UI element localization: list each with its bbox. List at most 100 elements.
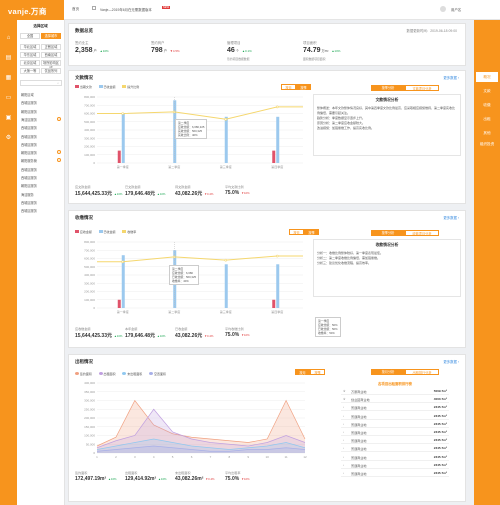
tooltip-line: 收缴率：40% [172,279,189,283]
user-name[interactable]: 用户名 [451,7,461,12]
building-icon[interactable]: ▦ [4,74,13,83]
region-tab-city[interactable]: 选择城市 [41,33,61,39]
x-tick-label: 第四季度 [271,309,283,314]
ranking-row[interactable]: • 普通商业地 2345.7m² [341,428,449,436]
region-search-input[interactable]: ⌕ [20,80,62,86]
kpi-delta-value: 10% [159,192,166,196]
ranking-row[interactable]: • 普通商业地 2345.7m² [341,420,449,428]
ranking-row[interactable]: • 普通商业地 2345.7m² [341,453,449,461]
region-list-item[interactable]: 朝阳区服务 [21,150,61,155]
region-option[interactable]: 华北区域 [20,44,40,50]
region-list-item[interactable]: 海淀服务 [21,192,61,197]
region-list-item[interactable]: 西城区服务 [21,142,61,147]
region-option[interactable]: 北京区域 [20,60,40,66]
home-icon[interactable]: ⌂ [4,34,13,43]
ranking-row[interactable]: • 普通商业地 2345.7m² [341,412,449,420]
analysis-by-quarter-button[interactable]: 按季分析 [371,85,405,91]
tab-monthly[interactable]: 按月 [289,229,304,235]
tab-quarterly[interactable]: 按季 [304,229,319,235]
ranking-area-value: 2345.7m² [433,471,447,475]
tab-quarterly[interactable]: 按季 [310,369,325,375]
x-tick-label: 10 [266,455,270,459]
region-option[interactable]: 西南区域 [41,52,61,58]
chart-icon[interactable]: ▤ [4,54,13,63]
region-list-item[interactable]: 西城区服务 [21,134,61,139]
rightrail-item-collection[interactable]: 收缴 [476,100,498,110]
kpi-value-row: 75.0% ▼10% [225,332,250,338]
wenkuan-card: 文款情况 更多数据 › 当期文款 已收金额 提升比例 按月 按季 0 100,000… [68,70,466,204]
kpi-value: 798 [151,47,163,54]
region-list-item[interactable]: 海淀区服务 [21,116,61,122]
breadcrumb-home[interactable]: 首页 [72,7,79,12]
region-list-item[interactable]: 西城区服务 [21,200,61,205]
kpi-delta: ▼10% [241,191,249,195]
insight-title: 文款情况分析 [375,98,399,102]
legend-label: 收缴率 [127,230,137,234]
rental-legend: 签约面积 出租面积 未出租面积 空置面积 [75,372,166,376]
region-list-item[interactable]: 朝阳区域 [21,92,61,97]
wenkuan-legend: 当期文款 已收金额 提升比例 [75,85,139,89]
ranking-row[interactable]: • 普通商业地 2345.7m² [341,469,449,477]
region-list-item[interactable]: 西城区服务 [21,100,61,105]
legend-label: 应收金额 [79,230,92,234]
region-list-item-label: 海淀区服务 [21,117,37,122]
insight-line: 分析三：建议优化收缴流程，提高效率。 [317,261,372,265]
ranking-row[interactable]: • 普通商业地 2345.7m² [341,444,449,453]
ranking-project-name: 普通商业地 [351,439,367,444]
document-icon[interactable]: ▭ [4,94,13,103]
kpi-value: 75.0% [225,190,240,196]
ranking-row[interactable]: • 普通商业地 2345.7m² [341,436,449,445]
tab-monthly[interactable]: 按月 [281,84,296,90]
avatar[interactable] [440,6,446,12]
legend-label: 空置面积 [153,372,166,376]
ranking-row[interactable]: ♛ 万豪商业地 5009.7m² [341,387,449,395]
collection-tooltip: 第二季度 应收金额：6,680 已收金额：560,325 收缴率：40% [169,265,200,285]
rightrail-item-overview[interactable]: 概况 [476,72,498,82]
wenkuan-more-link[interactable]: 更多数据 › [443,75,459,80]
rightrail-item-wenkuan[interactable]: 文款 [476,86,498,96]
kpi-delta-value: 10% [243,477,250,481]
region-list-item[interactable]: 朝阳区服务 [21,109,61,114]
wenkuan-title: 文款情况 [75,75,93,80]
analysis-by-project-button[interactable]: 文款项目分析 [405,85,439,91]
region-option[interactable]: 大第一等 [20,68,40,74]
x-tick-label: 第一季度 [117,309,129,314]
region-list-item[interactable]: 朝阳区服务 [21,183,61,188]
ranking-row[interactable]: ♛ 创业园商业地 4000.7m² [341,395,449,404]
region-list-item[interactable]: 朝阳服务管 [21,158,61,163]
ranking-analysis-button[interactable]: 出租排行分析 [405,369,439,375]
notice-text[interactable]: Vanje—2019年6月在无需数据版本 [100,7,152,12]
region-list-item[interactable]: 西城区服务 [21,167,61,172]
analysis-by-project-button[interactable]: 收款项目分析 [405,230,439,236]
rental-card: 出租情况 更多数据 › 签约面积 出租面积 未出租面积 空置面积 按月 按季 0 5… [68,354,466,502]
app-logo[interactable]: vanje.万商 [0,0,64,20]
region-list-item[interactable]: 西城区服务 [21,125,61,130]
rightrail-item-rental[interactable]: 出租 [476,114,498,124]
medal-icon: ♛ [343,397,346,402]
tab-monthly[interactable]: 按月 [295,369,310,375]
rental-more-link[interactable]: 更多数据 › [443,359,459,364]
region-tab-national[interactable]: 全国 [20,33,40,39]
x-tick-label: 第三季度 [220,164,232,169]
settings-icon[interactable]: ⚙ [4,134,13,143]
region-option[interactable]: 华东区域 [20,52,40,58]
region-option[interactable]: 场所影响区域 [41,60,61,70]
kpi-value-row: 179,646.48元 ▲10% [125,332,165,339]
ranking-row[interactable]: • 普通商业地 2345.7m² [341,461,449,469]
collection-more-link[interactable]: 更多数据 › [443,215,459,220]
ranking-row[interactable]: • 普通商业地 2345.7m² [341,403,449,412]
rightrail-item-investment[interactable]: 组织投资 [476,142,498,154]
region-list-item[interactable]: 西城区服务 [21,175,61,180]
region-list-item[interactable]: 西城区服务 [21,208,61,213]
notice-icon [92,6,96,10]
y-tick-label: 350,000 [84,390,95,394]
wallet-icon[interactable]: ▣ [4,114,13,123]
region-option[interactable]: 正餐区域 [41,44,61,50]
analysis-by-quarter-button[interactable]: 按季分析 [371,230,405,236]
region-list-item-label: 海淀服务 [21,192,34,197]
kpi-label: 项目面积 [303,41,317,45]
tab-quarterly[interactable]: 按季 [296,84,311,90]
region-option[interactable]: 饮品系列 [41,68,61,74]
analysis-by-month-button[interactable]: 按月分析 [371,369,405,375]
rightrail-item-other[interactable]: 其他 [476,128,498,138]
